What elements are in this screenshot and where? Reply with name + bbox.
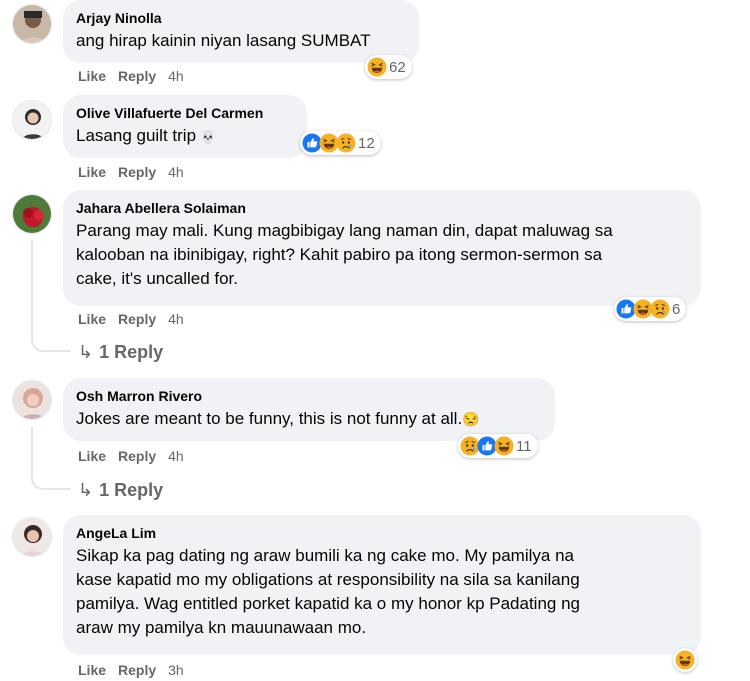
- haha-icon: [494, 436, 514, 456]
- comment-actions: Like Reply 4h: [78, 164, 196, 180]
- comment-bubble: Jahara Abellera Solaiman Parang may mali…: [63, 190, 701, 306]
- avatar[interactable]: [12, 380, 52, 420]
- comment-actions: Like Reply 4h: [78, 68, 196, 84]
- view-replies-link[interactable]: ↳ 1 Reply: [78, 342, 163, 363]
- comment-text: Jokes are meant to be funny, this is not…: [76, 407, 542, 431]
- reply-button[interactable]: Reply: [118, 68, 156, 84]
- comment-actions: Like Reply 3h: [78, 662, 196, 678]
- comment-line: Jokes are meant to be funny, this is not…: [76, 409, 463, 428]
- comment-author[interactable]: Osh Marron Rivero: [76, 387, 542, 405]
- comment-line: cake, it's uncalled for.: [76, 269, 238, 288]
- reaction-count: 6: [672, 300, 681, 318]
- avatar[interactable]: [12, 4, 52, 44]
- haha-icon: [675, 650, 695, 670]
- thread-line: [31, 426, 33, 468]
- comment-line: ang hirap kainin niyan lasang SUMBAT: [76, 31, 371, 50]
- timestamp[interactable]: 4h: [168, 68, 184, 84]
- timestamp[interactable]: 3h: [168, 662, 184, 678]
- reply-button[interactable]: Reply: [118, 448, 156, 464]
- timestamp[interactable]: 4h: [168, 311, 184, 327]
- reaction-summary[interactable]: 62: [365, 55, 412, 79]
- timestamp[interactable]: 4h: [168, 164, 184, 180]
- comment-bubble: Osh Marron Rivero Jokes are meant to be …: [63, 378, 555, 441]
- thread-line: [31, 240, 33, 330]
- comment-author[interactable]: AngeLa Lim: [76, 524, 688, 542]
- comment-actions: Like Reply 4h: [78, 448, 196, 464]
- comment-bubble: AngeLa Lim Sikap ka pag dating ng araw b…: [63, 515, 701, 655]
- comment-bubble: Arjay Ninolla ang hirap kainin niyan las…: [63, 0, 419, 63]
- comment-line: kalooban na ibinibigay, right? Kahit pab…: [76, 245, 603, 264]
- avatar[interactable]: [12, 517, 52, 557]
- comment-author[interactable]: Arjay Ninolla: [76, 9, 406, 27]
- like-button[interactable]: Like: [78, 68, 106, 84]
- comment-text: Parang may mali. Kung magbibigay lang na…: [76, 219, 688, 291]
- reply-arrow-icon: ↳: [78, 480, 94, 500]
- comment-line: pamilya. Wag entitled porket kapatid ka …: [76, 594, 580, 613]
- comment-text: Lasang guilt trip 💀: [76, 124, 294, 149]
- haha-icon: [367, 57, 387, 77]
- comment-text: ang hirap kainin niyan lasang SUMBAT: [76, 29, 406, 53]
- comment-author[interactable]: Jahara Abellera Solaiman: [76, 199, 688, 217]
- avatar[interactable]: [12, 194, 52, 234]
- like-button[interactable]: Like: [78, 164, 106, 180]
- replies-count: 1 Reply: [99, 480, 164, 500]
- comment-line: kase kapatid mo my obligations at respon…: [76, 570, 580, 589]
- skull-emoji: 💀: [200, 130, 216, 144]
- reaction-summary[interactable]: [673, 648, 697, 672]
- comment-actions: Like Reply 4h: [78, 311, 196, 327]
- reaction-count: 12: [358, 134, 375, 152]
- comment-author[interactable]: Olive Villafuerte Del Carmen: [76, 104, 294, 122]
- comment-text: Sikap ka pag dating ng araw bumili ka ng…: [76, 544, 688, 640]
- reaction-summary[interactable]: 6: [614, 297, 687, 321]
- reaction-count: 11: [516, 437, 532, 455]
- timestamp[interactable]: 4h: [168, 448, 184, 464]
- like-button[interactable]: Like: [78, 448, 106, 464]
- avatar[interactable]: [12, 100, 52, 140]
- comment-bubble: Olive Villafuerte Del Carmen Lasang guil…: [63, 95, 307, 158]
- reply-button[interactable]: Reply: [118, 662, 156, 678]
- comment-line: araw my pamilya kn mauunawaan mo.: [76, 618, 367, 637]
- sad-icon: [650, 299, 670, 319]
- reply-button[interactable]: Reply: [118, 311, 156, 327]
- sad-icon: [336, 133, 356, 153]
- view-replies-link[interactable]: ↳ 1 Reply: [78, 480, 163, 501]
- reply-button[interactable]: Reply: [118, 164, 156, 180]
- thread-connector: [31, 330, 71, 352]
- comment-line: Parang may mali. Kung magbibigay lang na…: [76, 221, 613, 240]
- reaction-summary[interactable]: 11: [458, 434, 538, 458]
- replies-count: 1 Reply: [99, 342, 164, 362]
- unamused-emoji: 😒: [462, 411, 480, 427]
- like-button[interactable]: Like: [78, 311, 106, 327]
- comment-line: Sikap ka pag dating ng araw bumili ka ng…: [76, 546, 574, 565]
- reaction-count: 62: [389, 58, 406, 76]
- comment-line: Lasang guilt trip: [76, 126, 197, 145]
- reply-arrow-icon: ↳: [78, 342, 94, 362]
- reaction-summary[interactable]: 12: [300, 131, 381, 155]
- thread-connector: [31, 468, 71, 490]
- like-button[interactable]: Like: [78, 662, 106, 678]
